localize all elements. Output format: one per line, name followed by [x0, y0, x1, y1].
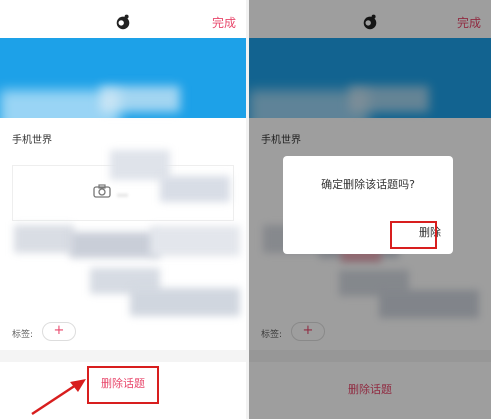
done-button[interactable]: 完成: [212, 14, 236, 31]
app-logo-icon: [116, 14, 130, 30]
highlight-box: [87, 366, 159, 404]
camera-icon: [93, 184, 111, 198]
add-image-label: …: [117, 186, 128, 199]
nav-bar: 完成: [0, 8, 246, 38]
add-tag-button[interactable]: +: [42, 322, 76, 341]
cover-banner[interactable]: [0, 38, 246, 130]
section-title: 手机世界: [12, 135, 52, 146]
arrow-icon: [31, 379, 86, 416]
dialog-message: 确定删除该话题吗?: [321, 178, 415, 191]
highlight-box: [390, 221, 437, 249]
tags-label: 标签:: [12, 330, 34, 340]
blurred-content: [14, 225, 74, 253]
blurred-content: [160, 176, 230, 202]
left-screen: 完成 手机世界 … 标签: + 删除话题: [0, 0, 246, 419]
right-screen: 完成 手机世界 标签: + 删除话题 确定删除该话题吗? 删除: [249, 0, 491, 419]
blurred-content: [70, 232, 160, 258]
blurred-content: [150, 226, 240, 256]
blurred-content: [130, 288, 240, 316]
blurred-region: [100, 86, 180, 112]
divider: [0, 350, 246, 362]
